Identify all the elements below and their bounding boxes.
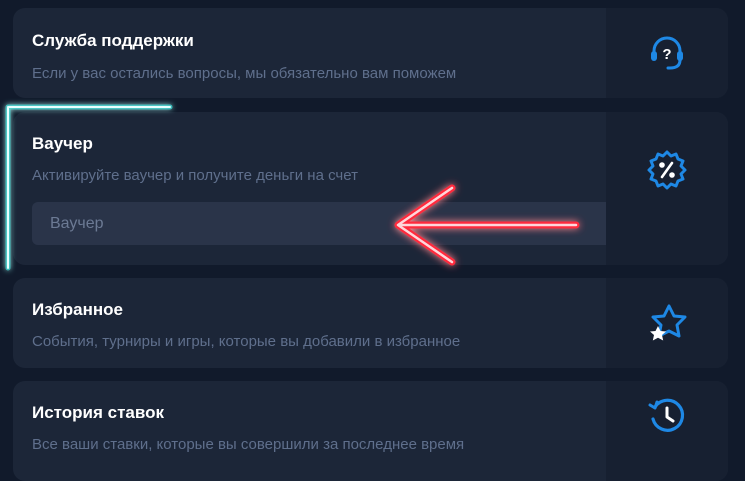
- history-clock-icon: [648, 398, 685, 432]
- voucher-title: Ваучер: [32, 134, 93, 153]
- favorites-icon-area: [606, 278, 728, 368]
- favorite-star-icon: [650, 304, 687, 341]
- support-card[interactable]: Служба поддержки Если у вас остались воп…: [13, 8, 728, 98]
- favorites-card[interactable]: Избранное События, турниры и игры, котор…: [13, 278, 728, 368]
- voucher-icon-area: [606, 112, 728, 265]
- percent-badge-icon: [647, 150, 687, 190]
- voucher-description: Активируйте ваучер и получите деньги на …: [32, 167, 358, 184]
- bet-history-description: Все ваши ставки, которые вы совершили за…: [32, 436, 465, 453]
- voucher-card: Ваучер Активируйте ваучер и получите ден…: [13, 112, 728, 265]
- support-icon-area: ?: [606, 8, 728, 98]
- svg-text:?: ?: [662, 46, 671, 63]
- support-headset-icon: ?: [651, 36, 683, 70]
- support-title: Служба поддержки: [32, 31, 194, 50]
- favorites-title: Избранное: [32, 300, 123, 319]
- bet-history-icon-area: [606, 381, 728, 481]
- bet-history-card[interactable]: История ставок Все ваши ставки, которые …: [13, 381, 728, 481]
- support-description: Если у вас остались вопросы, мы обязател…: [32, 65, 457, 82]
- favorites-description: События, турниры и игры, которые вы доба…: [32, 333, 461, 350]
- bet-history-title: История ставок: [32, 403, 164, 422]
